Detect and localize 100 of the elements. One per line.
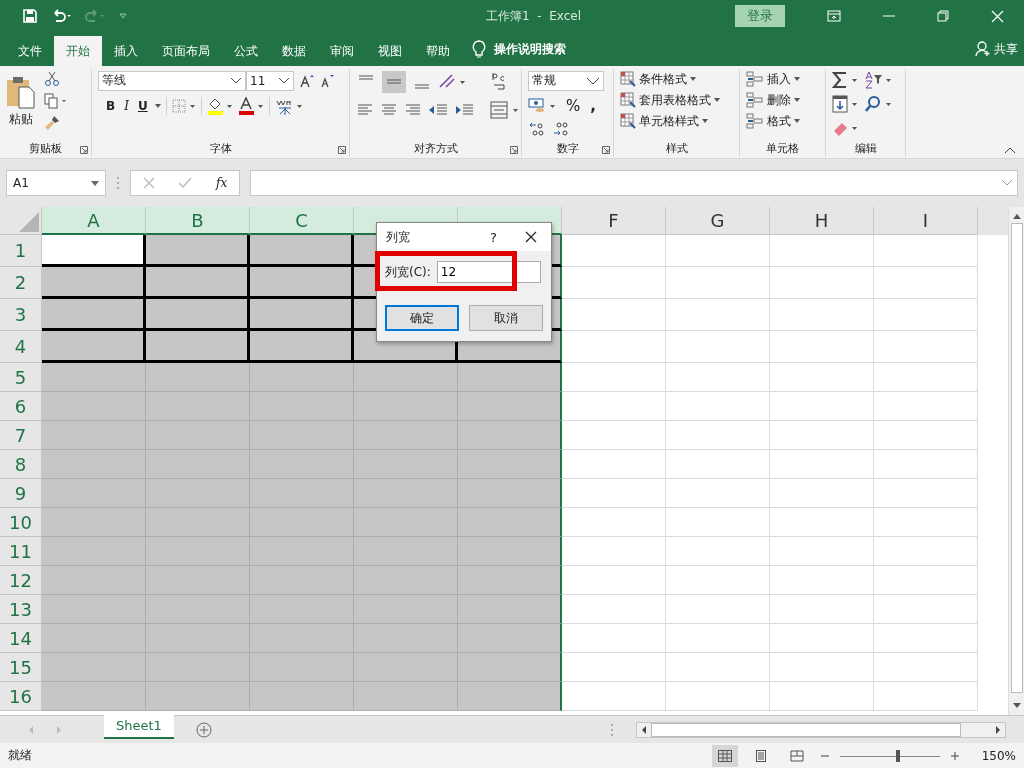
- zoom-level[interactable]: 150%: [981, 748, 1016, 763]
- copy-icon[interactable]: [44, 92, 68, 109]
- font-size-field[interactable]: 11: [246, 70, 294, 91]
- styles-menu-button[interactable]: 套用表格格式: [620, 91, 733, 109]
- collapse-ribbon-icon[interactable]: [1004, 145, 1016, 154]
- ribbon-tab[interactable]: 帮助: [414, 35, 462, 66]
- dialog-launcher-icon[interactable]: [80, 145, 88, 154]
- ribbon-tab[interactable]: 公式: [222, 35, 270, 66]
- row-header[interactable]: 14: [0, 624, 42, 654]
- ribbon-tab[interactable]: 数据: [270, 35, 318, 66]
- dialog-launcher-icon[interactable]: [338, 145, 346, 154]
- add-sheet-icon[interactable]: [195, 721, 212, 738]
- name-box[interactable]: A1: [6, 170, 106, 196]
- zoom-in-icon[interactable]: [949, 750, 960, 761]
- align-middle-icon[interactable]: [382, 70, 406, 93]
- row-header[interactable]: 4: [0, 331, 42, 364]
- search-icon[interactable]: [864, 94, 894, 113]
- cancel-button[interactable]: 取消: [469, 305, 543, 331]
- ribbon-tab[interactable]: 插入: [102, 35, 150, 66]
- row-header[interactable]: 11: [0, 537, 42, 567]
- row-header[interactable]: 6: [0, 392, 42, 422]
- sheet-tab[interactable]: Sheet1: [104, 714, 174, 739]
- chevron-down-icon[interactable]: [1001, 179, 1013, 187]
- ribbon-tab[interactable]: 文件: [6, 35, 54, 66]
- check-icon[interactable]: [178, 177, 193, 189]
- row-header[interactable]: 10: [0, 508, 42, 538]
- scroll-right-icon[interactable]: [995, 725, 1001, 734]
- percent-button[interactable]: %: [564, 96, 583, 115]
- row-header[interactable]: 7: [0, 421, 42, 451]
- scroll-down-icon[interactable]: [1012, 703, 1021, 710]
- column-header[interactable]: I: [874, 207, 978, 236]
- decrease-decimal-icon[interactable]: [552, 120, 570, 137]
- scroll-left-icon[interactable]: [641, 725, 647, 734]
- zoom-slider-thumb[interactable]: [895, 749, 900, 762]
- ribbon-tab[interactable]: 开始: [54, 35, 102, 66]
- row-header[interactable]: 1: [0, 235, 42, 268]
- cells-menu-button[interactable]: 删除: [746, 91, 819, 109]
- dialog-launcher-icon[interactable]: [602, 145, 610, 154]
- row-header[interactable]: 15: [0, 653, 42, 683]
- dialog-launcher-icon[interactable]: [510, 145, 518, 154]
- column-header[interactable]: C: [250, 207, 354, 236]
- underline-button[interactable]: U: [135, 98, 150, 113]
- scroll-up-icon[interactable]: [1012, 213, 1021, 220]
- column-header[interactable]: H: [770, 207, 874, 236]
- ribbon-tab[interactable]: 审阅: [318, 35, 366, 66]
- increase-decimal-icon[interactable]: [528, 120, 546, 137]
- share-button[interactable]: 共享: [994, 40, 1018, 58]
- wrap-text-icon[interactable]: [490, 70, 508, 91]
- fill-color-icon[interactable]: [206, 96, 233, 115]
- row-header[interactable]: 9: [0, 479, 42, 509]
- comma-button[interactable]: ,: [588, 96, 598, 115]
- formula-input[interactable]: [250, 170, 1018, 196]
- help-button[interactable]: ?: [490, 229, 497, 245]
- column-header[interactable]: B: [146, 207, 250, 236]
- scissors-icon[interactable]: [44, 70, 60, 87]
- row-header[interactable]: 16: [0, 682, 42, 712]
- column-width-field[interactable]: 12: [436, 261, 541, 283]
- number-format-field[interactable]: 常规: [528, 70, 604, 91]
- merge-cells-icon[interactable]: [490, 100, 520, 119]
- italic-button[interactable]: I: [122, 98, 131, 113]
- column-header[interactable]: A: [42, 207, 146, 236]
- paste-button[interactable]: 粘贴: [6, 70, 36, 128]
- login-button[interactable]: 登录: [735, 5, 785, 28]
- currency-icon[interactable]: [528, 96, 558, 115]
- autosum-icon[interactable]: [832, 70, 860, 89]
- font-name-field[interactable]: 等线: [98, 70, 246, 91]
- styles-menu-button[interactable]: 单元格样式: [620, 112, 733, 130]
- restore-icon[interactable]: [937, 10, 949, 23]
- sort-filter-icon[interactable]: [864, 70, 894, 89]
- zoom-slider[interactable]: [839, 749, 940, 762]
- ribbon-tab[interactable]: 页面布局: [150, 35, 222, 66]
- cells-menu-button[interactable]: 插入: [746, 70, 819, 88]
- brush-icon[interactable]: [44, 114, 60, 131]
- row-header[interactable]: 5: [0, 363, 42, 393]
- column-header[interactable]: G: [666, 207, 770, 236]
- ribbon-display-icon[interactable]: [827, 10, 841, 23]
- increase-indent-icon[interactable]: [454, 102, 474, 117]
- cells-menu-button[interactable]: 格式: [746, 112, 819, 130]
- vertical-scrollbar[interactable]: [1008, 207, 1024, 716]
- row-header[interactable]: 3: [0, 299, 42, 332]
- normal-view-button[interactable]: [711, 744, 738, 767]
- font-color-icon[interactable]: [237, 96, 264, 115]
- ok-button[interactable]: 确定: [385, 305, 459, 331]
- row-header[interactable]: 8: [0, 450, 42, 480]
- borders-icon[interactable]: [171, 98, 196, 113]
- shrink-font-icon[interactable]: [320, 73, 334, 88]
- ribbon-tab[interactable]: 视图: [366, 35, 414, 66]
- grow-font-icon[interactable]: [300, 73, 314, 88]
- tell-me-search[interactable]: 操作说明搜索: [494, 40, 566, 58]
- styles-menu-button[interactable]: 条件格式: [620, 70, 733, 88]
- bold-button[interactable]: B: [104, 98, 118, 113]
- fill-down-icon[interactable]: [832, 94, 860, 113]
- column-header[interactable]: F: [562, 207, 666, 236]
- insert-function-button[interactable]: fx: [216, 176, 228, 190]
- decrease-indent-icon[interactable]: [428, 102, 448, 117]
- row-header[interactable]: 12: [0, 566, 42, 596]
- save-icon[interactable]: [22, 8, 38, 25]
- row-header[interactable]: 13: [0, 595, 42, 625]
- horizontal-scrollbar[interactable]: [636, 721, 1006, 738]
- row-header[interactable]: 2: [0, 267, 42, 300]
